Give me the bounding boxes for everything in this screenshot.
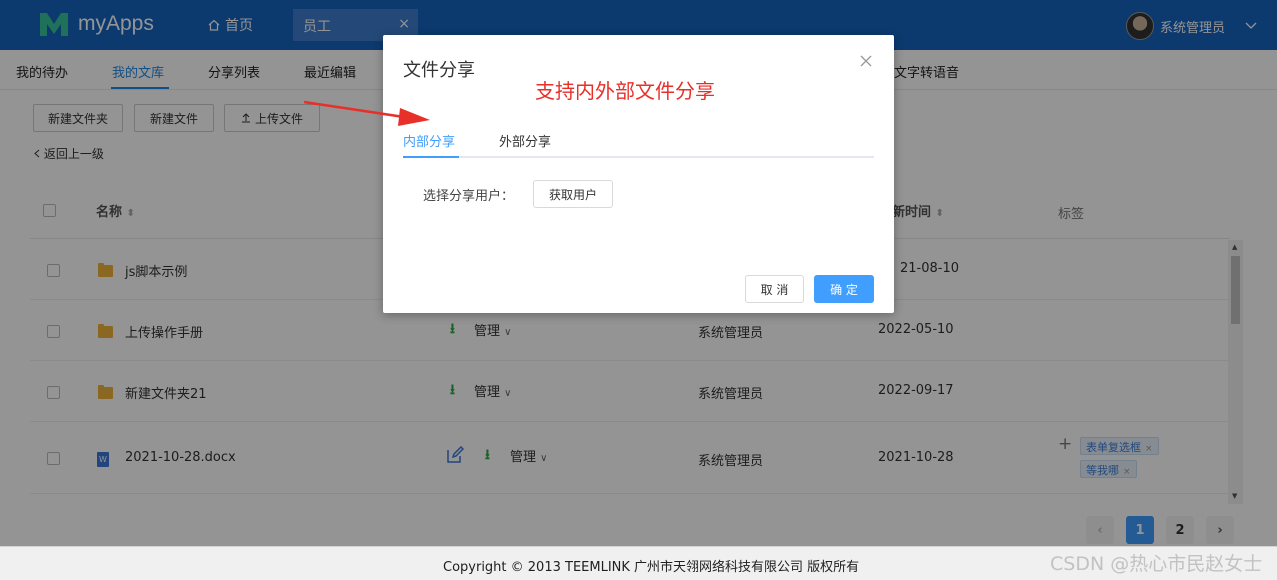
share-tabs: 内部分享 外部分享: [403, 127, 874, 158]
close-icon[interactable]: [860, 55, 872, 67]
tab-internal-share[interactable]: 内部分享: [403, 131, 455, 150]
select-user-label: 选择分享用户：: [423, 189, 515, 204]
dialog-title: 文件分享: [403, 60, 475, 81]
share-dialog: 文件分享 支持内外部文件分享 内部分享 外部分享 选择分享用户： 获取用户 取 …: [383, 35, 894, 313]
footer-overlay: [0, 546, 1277, 580]
get-user-button[interactable]: 获取用户: [533, 180, 613, 208]
confirm-button[interactable]: 确 定: [814, 275, 874, 303]
cancel-label: 取 消: [760, 282, 789, 297]
confirm-label: 确 定: [830, 282, 858, 297]
get-user-label: 获取用户: [548, 187, 597, 202]
active-tab-indicator: [403, 156, 459, 158]
cancel-button[interactable]: 取 消: [745, 275, 804, 303]
annotation-text: 支持内外部文件分享: [535, 79, 715, 103]
tab-external-share[interactable]: 外部分享: [499, 131, 551, 150]
annotation-arrow-icon: [303, 100, 430, 126]
